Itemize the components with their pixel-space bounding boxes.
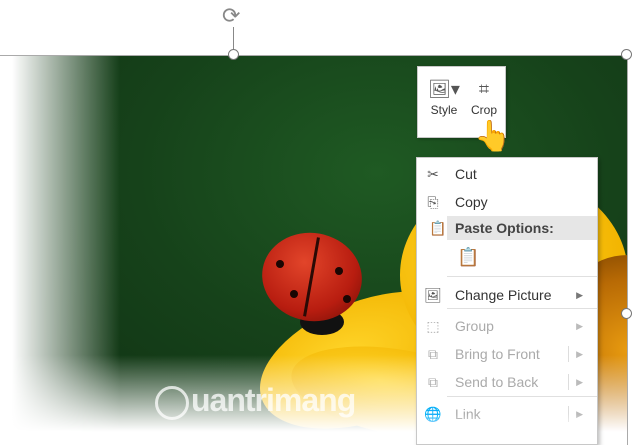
context-menu: ✂ Cut ⎘ Copy 📋 Paste Options: 📋 🖼 Change Pi… bbox=[416, 157, 598, 445]
menu-label: Copy bbox=[455, 194, 488, 210]
rotate-handle-icon[interactable]: ⟳ bbox=[222, 4, 240, 28]
picture-style-icon: 🖼▾ bbox=[428, 79, 460, 99]
change-picture-icon: 🖼 bbox=[424, 287, 442, 303]
bring-to-front-icon: ⧉ bbox=[428, 346, 438, 362]
menu-item-change-picture[interactable]: 🖼 Change Picture ▶ bbox=[417, 282, 597, 308]
submenu-arrow-icon: ▶ bbox=[576, 321, 583, 331]
submenu-arrow-icon: ▶ bbox=[576, 290, 583, 300]
menu-label: Change Picture bbox=[455, 287, 552, 303]
menu-item-bring-to-front[interactable]: ⧉ Bring to Front ▶ bbox=[417, 341, 597, 367]
menu-label: Bring to Front bbox=[455, 346, 540, 362]
menu-item-copy[interactable]: ⎘ Copy bbox=[417, 189, 597, 215]
crop-label: Crop bbox=[470, 103, 497, 117]
paste-icon: 📋 bbox=[429, 220, 447, 236]
submenu-arrow-icon: ▶ bbox=[576, 349, 583, 359]
group-icon: ⬚ bbox=[426, 318, 440, 334]
send-to-back-icon: ⧉ bbox=[428, 374, 438, 390]
watermark-text: uantrimang bbox=[191, 382, 356, 418]
style-label: Style bbox=[430, 103, 458, 117]
paste-options-header: Paste Options: bbox=[447, 216, 597, 240]
resize-handle-right[interactable] bbox=[621, 308, 632, 319]
watermark-logo-icon bbox=[155, 385, 189, 420]
copy-icon: ⎘ bbox=[427, 194, 439, 210]
scissors-icon: ✂ bbox=[427, 166, 439, 182]
menu-label: Send to Back bbox=[455, 374, 539, 390]
menu-label: Group bbox=[455, 318, 494, 334]
resize-handle-top[interactable] bbox=[228, 49, 239, 60]
menu-item-group[interactable]: ⬚ Group ▶ bbox=[417, 313, 597, 339]
hand-cursor-icon: 👆 bbox=[474, 120, 512, 153]
menu-label: Cut bbox=[455, 166, 477, 182]
submenu-arrow-icon: ▶ bbox=[576, 377, 583, 387]
crop-icon: ⌗ bbox=[478, 79, 490, 99]
selection-border bbox=[0, 55, 628, 56]
menu-item-send-to-back[interactable]: ⧉ Send to Back ▶ bbox=[417, 369, 597, 395]
crop-button[interactable]: ⌗ Crop bbox=[464, 75, 504, 117]
menu-item-cut[interactable]: ✂ Cut bbox=[417, 161, 597, 187]
paste-option-button[interactable]: 📋 bbox=[457, 246, 479, 268]
style-button[interactable]: 🖼▾ Style bbox=[424, 75, 464, 117]
watermark: uantrimang bbox=[155, 380, 356, 420]
resize-handle-top-right[interactable] bbox=[621, 49, 632, 60]
selection-border bbox=[627, 55, 628, 445]
